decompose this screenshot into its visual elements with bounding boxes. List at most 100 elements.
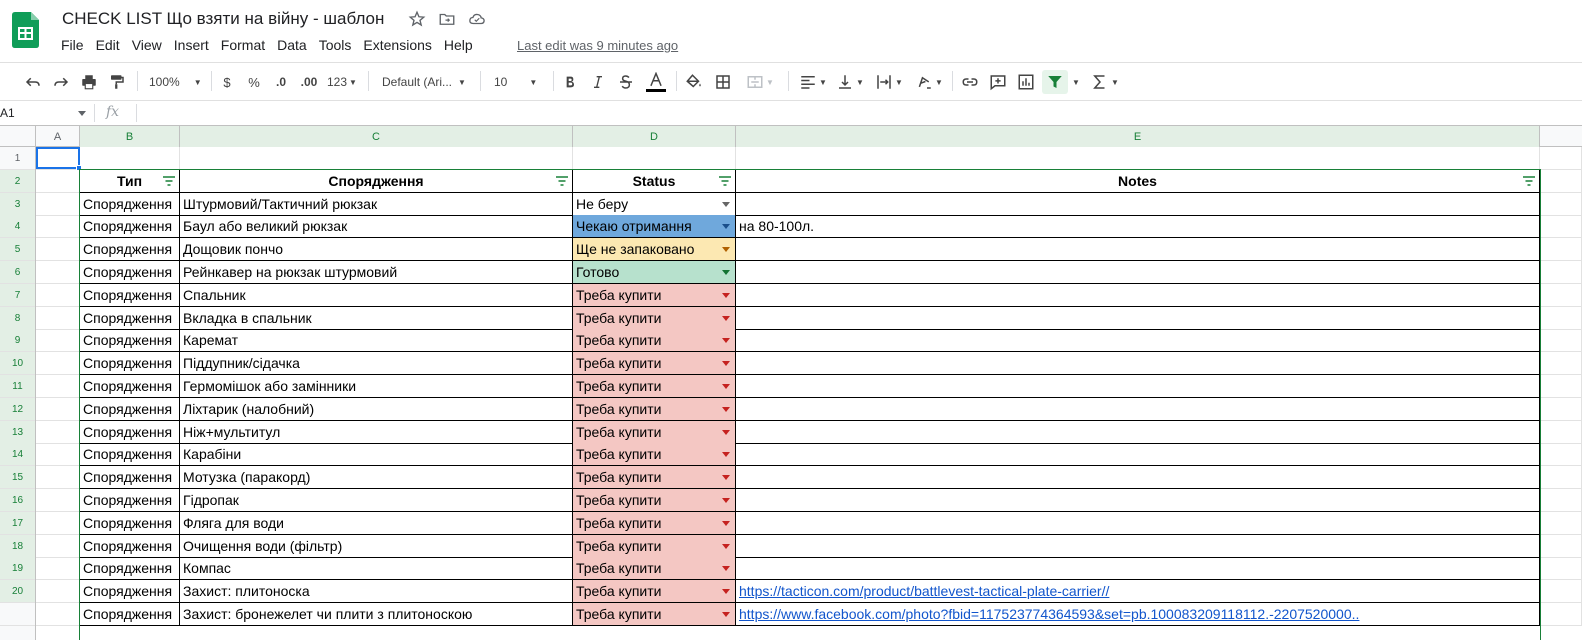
dropdown-arrow-icon[interactable] — [722, 270, 730, 275]
type-cell[interactable]: Спорядження — [80, 307, 180, 330]
row-header[interactable]: 20 — [0, 580, 35, 603]
cell-f[interactable] — [1540, 557, 1582, 580]
notes-link[interactable]: https://www.facebook.com/photo?fbid=1175… — [739, 606, 1359, 622]
item-cell[interactable]: Компас — [180, 557, 573, 580]
menu-tools[interactable]: Tools — [319, 37, 352, 53]
status-dropdown[interactable]: Чекаю отримання — [573, 215, 736, 238]
filter-icon[interactable] — [719, 176, 731, 186]
notes-cell[interactable] — [736, 489, 1540, 512]
notes-cell[interactable] — [736, 443, 1540, 466]
notes-cell[interactable] — [736, 398, 1540, 421]
menu-extensions[interactable]: Extensions — [363, 37, 431, 53]
cell-f[interactable] — [1540, 215, 1582, 238]
dropdown-arrow-icon[interactable] — [722, 566, 730, 571]
row-header[interactable]: 6 — [0, 261, 35, 284]
type-cell[interactable]: Спорядження — [80, 421, 180, 444]
notes-cell[interactable]: на 80-100л. — [736, 215, 1540, 238]
cell-b1[interactable] — [80, 147, 180, 170]
bold-button[interactable] — [562, 70, 578, 94]
status-dropdown[interactable]: Треба купити — [573, 443, 736, 466]
zoom-select[interactable]: 100% ▼ — [149, 70, 203, 94]
insert-link-button[interactable] — [960, 70, 980, 94]
notes-cell[interactable]: https://tacticon.com/product/battlevest-… — [736, 580, 1540, 603]
cell-a[interactable] — [36, 238, 80, 261]
type-cell[interactable]: Спорядження — [80, 489, 180, 512]
dropdown-arrow-icon[interactable] — [722, 407, 730, 412]
item-cell[interactable]: Вкладка в спальник — [180, 307, 573, 330]
insert-chart-button[interactable] — [1016, 70, 1036, 94]
item-cell[interactable]: Штурмовий/Тактичний рюкзак — [180, 193, 573, 216]
filter-icon[interactable] — [163, 176, 175, 186]
notes-cell[interactable] — [736, 512, 1540, 535]
column-header-d[interactable]: D — [573, 126, 736, 147]
dropdown-arrow-icon[interactable] — [722, 338, 730, 343]
row-header[interactable]: 3 — [0, 193, 35, 216]
last-edit-link[interactable]: Last edit was 9 minutes ago — [517, 38, 678, 53]
selected-cell-a1[interactable] — [36, 147, 80, 169]
item-cell[interactable]: Ліхтарик (налобний) — [180, 398, 573, 421]
cell-f[interactable] — [1540, 466, 1582, 489]
cell-a[interactable] — [36, 489, 80, 512]
redo-button[interactable] — [51, 70, 71, 94]
star-icon[interactable] — [408, 10, 426, 28]
move-folder-icon[interactable] — [438, 10, 456, 28]
cell-a[interactable] — [36, 421, 80, 444]
cell-a2[interactable] — [36, 170, 80, 193]
header-cell-b[interactable]: Тип — [80, 170, 180, 193]
dropdown-arrow-icon[interactable] — [722, 475, 730, 480]
text-rotation-button[interactable]: ▼ — [912, 70, 946, 94]
name-box[interactable]: A1 — [0, 106, 15, 120]
cell-a[interactable] — [36, 398, 80, 421]
dropdown-arrow-icon[interactable] — [722, 247, 730, 252]
status-dropdown[interactable]: Треба купити — [573, 489, 736, 512]
sheets-logo-icon[interactable] — [12, 12, 39, 48]
type-cell[interactable]: Спорядження — [80, 215, 180, 238]
merge-cells-button[interactable]: ▼ — [741, 70, 779, 94]
cell-f[interactable] — [1540, 535, 1582, 558]
dropdown-arrow-icon[interactable] — [722, 589, 730, 594]
borders-button[interactable] — [713, 70, 733, 94]
item-cell[interactable]: Захист: плитоноска — [180, 580, 573, 603]
item-cell[interactable]: Захист: бронежелет чи плити з плитоноско… — [180, 603, 573, 626]
type-cell[interactable]: Спорядження — [80, 580, 180, 603]
column-header-b[interactable]: B — [80, 126, 180, 147]
cell-a[interactable] — [36, 603, 80, 626]
row-header[interactable]: 10 — [0, 352, 35, 375]
status-dropdown[interactable]: Треба купити — [573, 466, 736, 489]
status-dropdown[interactable]: Треба купити — [573, 284, 736, 307]
currency-button[interactable]: $ — [220, 70, 234, 94]
row-header[interactable]: 7 — [0, 284, 35, 307]
item-cell[interactable]: Каремат — [180, 329, 573, 352]
type-cell[interactable]: Спорядження — [80, 261, 180, 284]
item-cell[interactable]: Піддупник/сідачка — [180, 352, 573, 375]
status-dropdown[interactable]: Треба купити — [573, 580, 736, 603]
cell-a[interactable] — [36, 329, 80, 352]
type-cell[interactable]: Спорядження — [80, 557, 180, 580]
column-header-f[interactable] — [1540, 126, 1582, 147]
filter-button[interactable] — [1042, 70, 1068, 94]
item-cell[interactable]: Карабіни — [180, 443, 573, 466]
font-size-select[interactable]: 10 ▼ — [494, 70, 546, 94]
status-dropdown[interactable]: Треба купити — [573, 352, 736, 375]
notes-cell[interactable]: https://www.facebook.com/photo?fbid=1175… — [736, 603, 1540, 626]
item-cell[interactable]: Баул або великий рюкзак — [180, 215, 573, 238]
dropdown-arrow-icon[interactable] — [722, 612, 730, 617]
status-dropdown[interactable]: Треба купити — [573, 398, 736, 421]
notes-cell[interactable] — [736, 535, 1540, 558]
notes-cell[interactable] — [736, 375, 1540, 398]
dropdown-arrow-icon[interactable] — [722, 224, 730, 229]
row-header[interactable]: 2 — [0, 170, 35, 193]
insert-comment-button[interactable] — [988, 70, 1008, 94]
dropdown-arrow-icon[interactable] — [722, 316, 730, 321]
dropdown-arrow-icon[interactable] — [722, 384, 730, 389]
type-cell[interactable]: Спорядження — [80, 329, 180, 352]
cell-f2[interactable] — [1540, 170, 1582, 193]
menu-insert[interactable]: Insert — [174, 37, 209, 53]
status-dropdown[interactable]: Треба купити — [573, 535, 736, 558]
notes-cell[interactable] — [736, 421, 1540, 444]
dropdown-arrow-icon[interactable] — [722, 293, 730, 298]
cell-a[interactable] — [36, 557, 80, 580]
cell-f[interactable] — [1540, 603, 1582, 626]
fill-handle[interactable] — [76, 165, 82, 171]
cell-a[interactable] — [36, 284, 80, 307]
